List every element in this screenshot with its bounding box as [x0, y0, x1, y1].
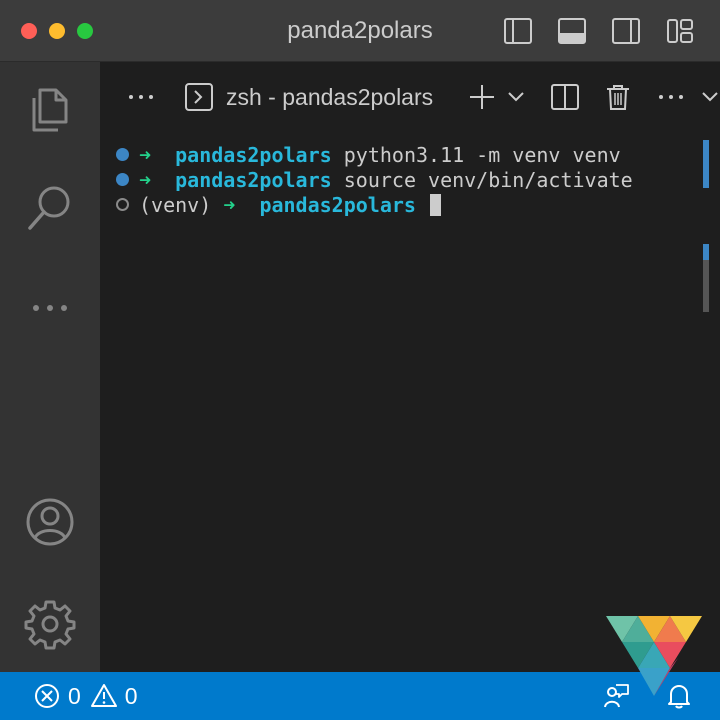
title-bar: panda2polars [0, 0, 720, 62]
accounts-icon[interactable] [22, 494, 78, 550]
panel-bottom-icon [558, 18, 586, 44]
problems-status[interactable]: 0 0 [34, 682, 138, 710]
terminal-cursor [430, 193, 442, 216]
kill-terminal-button[interactable] [603, 82, 633, 112]
sidebar-right-icon [612, 18, 640, 44]
toggle-primary-sidebar-button[interactable] [503, 17, 533, 45]
terminal-tab[interactable]: zsh - pandas2polars [184, 82, 433, 112]
scrollbar-marker [703, 244, 709, 260]
command-success-decoration[interactable] [116, 173, 129, 186]
panel-overflow-button[interactable] [126, 82, 156, 112]
panel-header: zsh - pandas2polars [100, 62, 720, 132]
prompt-arrow: ➜ [139, 142, 152, 167]
search-icon[interactable] [22, 178, 78, 234]
terminal-tab-label: zsh - pandas2polars [226, 83, 434, 110]
prompt-arrow: ➜ [139, 167, 152, 192]
terminal-line: (venv) ➜ pandas2polars [116, 192, 442, 217]
settings-gear-icon[interactable] [22, 596, 78, 652]
explorer-icon[interactable] [22, 80, 78, 136]
ellipsis-icon [129, 95, 153, 99]
terminal-line: ➜ pandas2polars source venv/bin/activate [116, 167, 633, 192]
split-terminal-button[interactable] [550, 82, 580, 112]
prompt-directory: pandas2polars [259, 192, 416, 217]
scrollbar-marker [703, 140, 709, 188]
command-text: python3.11 -m venv venv [343, 142, 621, 167]
plus-icon [470, 85, 494, 109]
prompt-directory: pandas2polars [175, 167, 332, 192]
ellipsis-icon [659, 95, 683, 99]
error-icon [35, 684, 59, 708]
more-icon[interactable] [22, 280, 78, 336]
split-icon [551, 84, 579, 110]
customize-layout-button[interactable] [665, 17, 695, 45]
chevron-down-icon [508, 92, 524, 102]
warning-count: 0 [124, 682, 138, 709]
channel-logo [606, 616, 702, 696]
activity-bar [0, 62, 100, 672]
chevron-down-icon [702, 92, 718, 102]
trash-icon [607, 85, 629, 110]
command-success-decoration[interactable] [116, 148, 129, 161]
warning-icon [90, 684, 117, 707]
new-terminal-button[interactable] [467, 82, 497, 112]
terminal-line: ➜ pandas2polars python3.11 -m venv venv [116, 142, 621, 167]
terminal-panel: zsh - pandas2polars ➜ pandas2polars pyth… [100, 62, 720, 672]
venv-prefix: (venv) [139, 192, 212, 217]
toggle-panel-button[interactable] [557, 17, 587, 45]
panel-collapse-button[interactable] [700, 82, 720, 112]
sidebar-left-icon [504, 18, 532, 44]
terminal-profiles-dropdown[interactable] [506, 82, 526, 112]
command-pending-decoration [116, 198, 129, 211]
error-count: 0 [68, 682, 81, 709]
command-text: source venv/bin/activate [343, 167, 633, 192]
panel-more-actions-button[interactable] [656, 82, 686, 112]
layout-icon [667, 19, 693, 43]
prompt-directory: pandas2polars [175, 142, 332, 167]
prompt-arrow: ➜ [223, 192, 236, 217]
toggle-secondary-sidebar-button[interactable] [611, 17, 641, 45]
terminal-icon [185, 83, 213, 111]
